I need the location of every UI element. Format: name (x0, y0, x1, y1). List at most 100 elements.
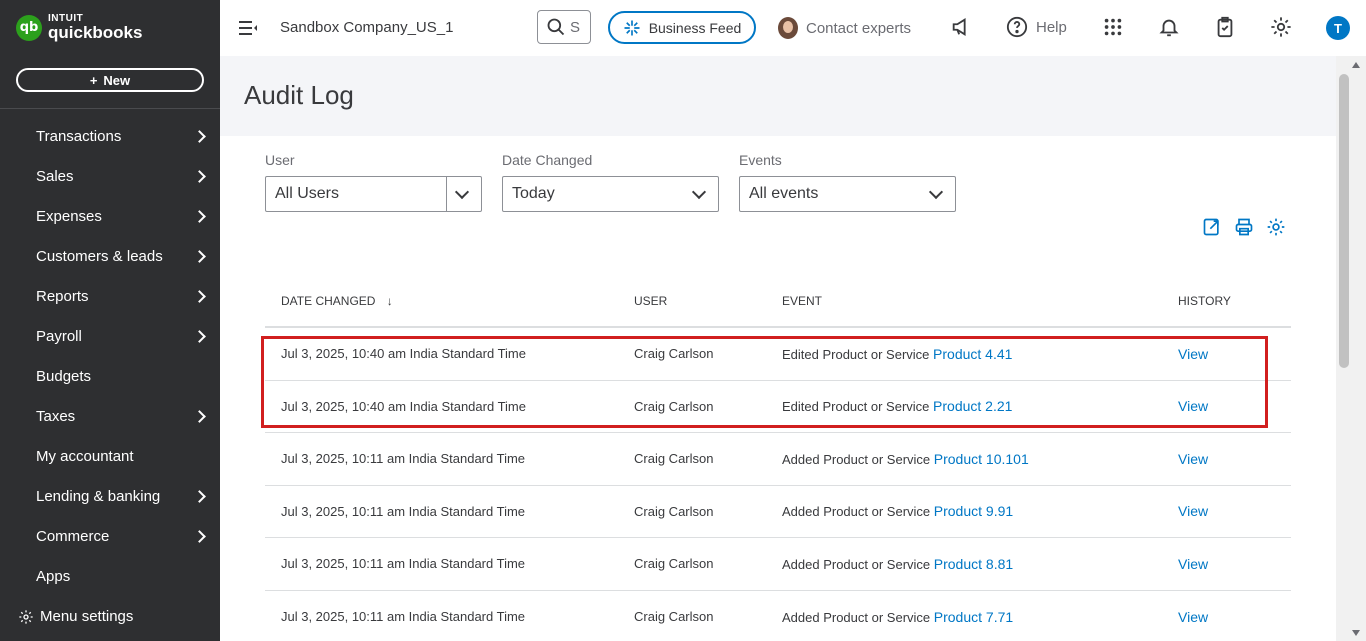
quickbooks-logo[interactable]: qb INTUIT quickbooks (16, 14, 142, 41)
view-history-link[interactable]: View (1178, 451, 1208, 467)
cell-date: Jul 3, 2025, 10:11 am India Standard Tim… (281, 609, 526, 625)
sidebar-item-label: My accountant (36, 447, 134, 465)
sidebar-item-budgets[interactable]: Budgets (0, 356, 220, 396)
print-icon[interactable] (1234, 217, 1254, 237)
table-row: Jul 3, 2025, 10:40 am India Standard Tim… (265, 381, 1291, 433)
apps-grid-icon[interactable] (1102, 16, 1124, 38)
event-item-link[interactable]: Product 9.91 (934, 503, 1013, 519)
table-row: Jul 3, 2025, 10:11 am India Standard Tim… (265, 538, 1291, 591)
menu-settings-label: Menu settings (40, 608, 134, 625)
user-filter-label: User (265, 152, 295, 168)
new-button-label: New (103, 72, 131, 88)
sidebar-item-expenses[interactable]: Expenses (0, 196, 220, 236)
view-history-link[interactable]: View (1178, 503, 1208, 519)
help-icon (1006, 16, 1028, 38)
sidebar-item-lending-banking[interactable]: Lending & banking (0, 476, 220, 516)
sidebar-item-taxes[interactable]: Taxes (0, 396, 220, 436)
cell-user: Craig Carlson (634, 398, 714, 414)
search-input[interactable]: S (537, 10, 591, 44)
cell-date: Jul 3, 2025, 10:40 am India Standard Tim… (281, 346, 526, 362)
chevron-right-icon (193, 409, 206, 423)
events-filter-select[interactable]: All events (739, 176, 956, 212)
date-changed-filter-select[interactable]: Today (502, 176, 719, 212)
scroll-up-arrow-icon[interactable] (1352, 62, 1360, 68)
sidebar-item-label: Commerce (36, 527, 110, 545)
sidebar-item-label: Expenses (36, 207, 102, 225)
menu-settings-button[interactable]: Menu settings (18, 608, 133, 625)
view-history-link[interactable]: View (1178, 556, 1208, 572)
cell-date: Jul 3, 2025, 10:11 am India Standard Tim… (281, 451, 526, 467)
sidebar-item-reports[interactable]: Reports (0, 276, 220, 316)
user-avatar[interactable]: T (1326, 16, 1350, 40)
table-row: Jul 3, 2025, 10:40 am India Standard Tim… (265, 328, 1291, 381)
event-item-link[interactable]: Product 7.71 (934, 609, 1013, 625)
chevron-right-icon (193, 289, 206, 303)
gear-icon (19, 609, 33, 624)
help-label: Help (1036, 18, 1067, 36)
contact-experts-button[interactable]: Contact experts (778, 17, 911, 39)
sidebar-item-label: Reports (36, 287, 89, 305)
sidebar-item-label: Apps (36, 567, 71, 585)
sidebar-item-label: Budgets (36, 367, 92, 385)
export-icon[interactable] (1202, 217, 1222, 237)
search-placeholder: S (570, 18, 581, 36)
cell-user: Craig Carlson (634, 503, 714, 519)
view-history-link[interactable]: View (1178, 609, 1208, 625)
cell-date: Jul 3, 2025, 10:11 am India Standard Tim… (281, 503, 526, 519)
column-header-date-changed[interactable]: DATE CHANGED ↓ (281, 294, 650, 308)
table-row: Jul 3, 2025, 10:11 am India Standard Tim… (265, 591, 1291, 641)
main-content: Audit Log User All Users Date Changed To… (220, 56, 1336, 641)
user-filter-value: All Users (275, 185, 340, 202)
event-text: Added Product or Service (782, 504, 931, 520)
view-history-link[interactable]: View (1178, 346, 1208, 362)
sidebar-item-label: Payroll (36, 327, 82, 345)
view-history-link[interactable]: View (1178, 398, 1208, 414)
sidebar-item-sales[interactable]: Sales (0, 156, 220, 196)
settings-gear-icon[interactable] (1266, 217, 1286, 237)
event-item-link[interactable]: Product 8.81 (934, 556, 1013, 572)
table-actions (1202, 217, 1286, 237)
event-text: Added Product or Service (782, 451, 931, 467)
event-item-link[interactable]: Product 2.21 (933, 398, 1012, 414)
collapse-menu-icon[interactable] (238, 20, 258, 36)
page-header: Audit Log (220, 56, 1336, 136)
event-item-link[interactable]: Product 10.101 (934, 451, 1029, 467)
column-header-user: USER (634, 294, 668, 308)
new-button[interactable]: + New (16, 68, 204, 92)
date-changed-filter-value: Today (512, 185, 555, 202)
sidebar-item-label: Transactions (36, 127, 122, 145)
cell-event: Added Product or Service Product 8.81 (782, 556, 1178, 572)
cell-date: Jul 3, 2025, 10:40 am India Standard Tim… (281, 398, 526, 414)
business-feed-button[interactable]: Business Feed (608, 11, 756, 44)
help-button[interactable]: Help (1006, 16, 1067, 38)
sidebar-item-apps[interactable]: Apps (0, 556, 220, 596)
events-filter-label: Events (739, 152, 782, 168)
search-icon (547, 18, 565, 36)
gear-icon[interactable] (1270, 16, 1292, 38)
sidebar-item-payroll[interactable]: Payroll (0, 316, 220, 356)
sidebar-item-transactions[interactable]: Transactions (0, 116, 220, 156)
top-bar: Sandbox Company_US_1 S Business Feed Con… (220, 0, 1366, 56)
chevron-right-icon (193, 209, 206, 223)
sidebar-item-my-accountant[interactable]: My accountant (0, 436, 220, 476)
event-text: Edited Product or Service (782, 399, 930, 415)
chevron-right-icon (193, 129, 206, 143)
chevron-down-icon (691, 184, 707, 200)
sidebar-item-customers-leads[interactable]: Customers & leads (0, 236, 220, 276)
table-row: Jul 3, 2025, 10:11 am India Standard Tim… (265, 486, 1291, 538)
chevron-right-icon (193, 249, 206, 263)
contact-experts-label: Contact experts (806, 19, 912, 37)
scrollbar-thumb[interactable] (1339, 74, 1349, 368)
clipboard-check-icon[interactable] (1214, 16, 1236, 38)
scroll-down-arrow-icon[interactable] (1352, 630, 1360, 636)
cell-event: Added Product or Service Product 9.91 (782, 503, 1178, 519)
table-row: Jul 3, 2025, 10:11 am India Standard Tim… (265, 433, 1291, 486)
bell-icon[interactable] (1158, 16, 1180, 38)
cell-history: View (1178, 609, 1278, 625)
user-filter-select[interactable]: All Users (265, 176, 482, 212)
sidebar-nav: Transactions Sales Expenses Customers & … (0, 116, 220, 596)
chevron-right-icon (193, 329, 206, 343)
megaphone-icon[interactable] (950, 16, 972, 38)
sidebar-item-commerce[interactable]: Commerce (0, 516, 220, 556)
event-item-link[interactable]: Product 4.41 (933, 346, 1012, 362)
